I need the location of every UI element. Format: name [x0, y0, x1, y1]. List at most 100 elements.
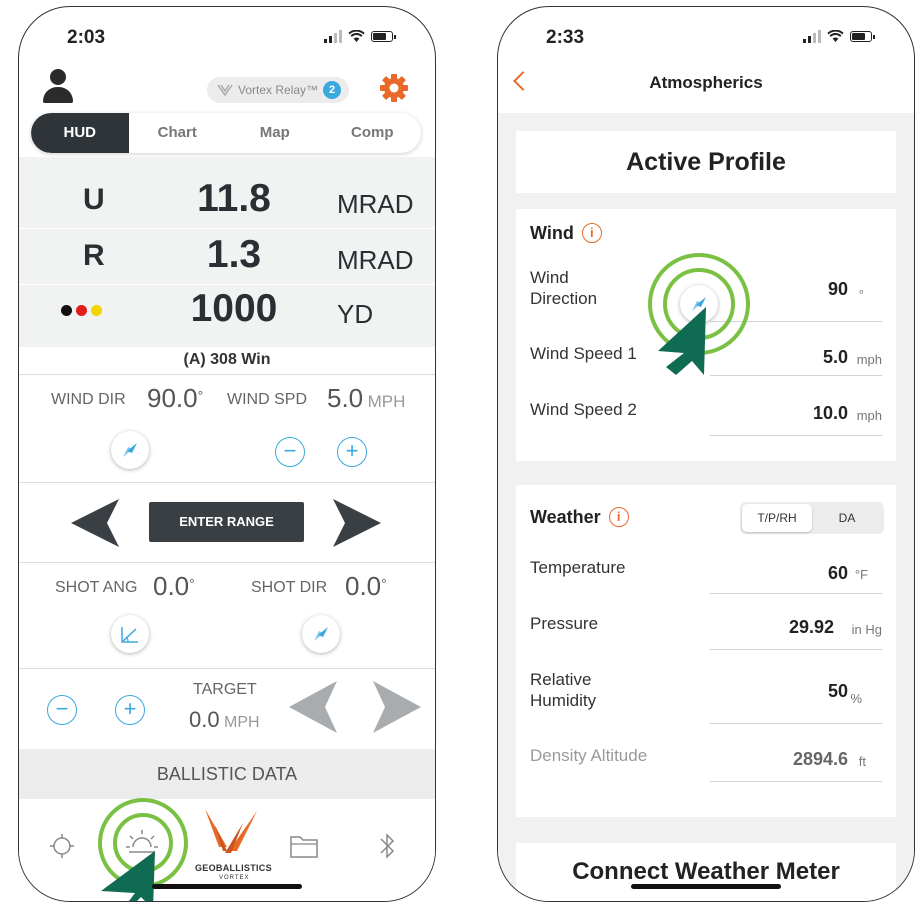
temperature-row[interactable]: Temperature 60 °F	[530, 555, 882, 595]
profile-person-icon[interactable]	[41, 69, 75, 105]
status-icons	[803, 29, 875, 43]
target-right-arrow-icon[interactable]	[371, 681, 421, 733]
tab-map[interactable]: Map	[226, 113, 324, 153]
pressure-unit: in Hg	[851, 622, 882, 637]
row-divider	[710, 593, 882, 594]
solution-readouts: U 11.8 MRAD R 1.3 MRAD 1000 YD	[19, 157, 435, 347]
relative-humidity-value: 50	[827, 681, 848, 701]
vortex-logo-icon	[217, 84, 233, 96]
wind-direction-unit: °	[858, 287, 864, 302]
bluetooth-icon[interactable]	[377, 831, 397, 861]
settings-gear-icon[interactable]	[379, 73, 409, 103]
readout-range-value: 1000	[190, 287, 278, 330]
target-speed-unit: MPH	[224, 714, 260, 731]
readout-range: 1000 YD	[19, 285, 435, 339]
connect-weather-meter-button[interactable]: Connect Weather Meter	[516, 843, 896, 901]
wind-info-icon[interactable]: i	[581, 223, 602, 243]
wind-spd-value: 5.0	[327, 383, 364, 413]
angle-icon	[121, 627, 138, 643]
atmospherics-header: Atmospherics	[498, 67, 914, 113]
wind-speed-2-value: 10.0	[812, 403, 848, 423]
status-time: 2:03	[67, 27, 106, 48]
readout-right-label: R	[83, 239, 105, 272]
battery-icon	[850, 30, 875, 42]
temperature-label: Temperature	[530, 558, 626, 577]
density-altitude-label: Density Altitude	[530, 746, 648, 765]
row-divider	[710, 781, 882, 782]
shot-section: SHOT ANG 0.0° SHOT DIR 0.0°	[19, 563, 435, 669]
page-title: Atmospherics	[649, 73, 763, 92]
shot-ang-value: 0.0	[153, 571, 190, 601]
readout-right-value: 1.3	[206, 233, 262, 276]
shot-dir-compass-button[interactable]	[302, 615, 340, 653]
tap-cursor-icon	[658, 307, 706, 375]
tab-hud[interactable]: HUD	[31, 113, 129, 153]
ballistic-data-button[interactable]: BALLISTIC DATA	[19, 749, 435, 799]
row-divider	[710, 649, 882, 650]
shot-angle-button[interactable]	[111, 615, 149, 653]
wind-dir-compass-button[interactable]	[111, 431, 149, 469]
status-time: 2:33	[546, 27, 585, 48]
wind-speed-2-row[interactable]: Wind Speed 2 10.0 mph	[530, 395, 882, 436]
logo-wordmark: GEOBALLISTICS	[195, 863, 272, 873]
readout-right-unit: MRAD	[337, 245, 414, 275]
target-label: TARGET	[193, 681, 257, 698]
wind-speed-decrease-button[interactable]: −	[275, 437, 305, 467]
readout-right: R 1.3 MRAD	[19, 231, 435, 285]
density-altitude-value: 2894.6	[792, 749, 848, 769]
temperature-value: 60	[827, 563, 848, 583]
density-altitude-unit: ft	[858, 754, 866, 769]
row-divider	[710, 723, 882, 724]
tab-comp[interactable]: Comp	[324, 113, 422, 153]
pressure-value: 29.92	[788, 617, 834, 637]
wind-heading: Wind	[530, 223, 574, 243]
wind-card: Wind i Wind Direction 90 ° Wind Speed 1 5…	[516, 209, 896, 461]
compass-needle-icon	[314, 627, 328, 641]
active-profile-heading[interactable]: Active Profile	[516, 131, 896, 193]
wind-dir-unit: °	[197, 387, 204, 404]
weather-heading-row: Weather i	[530, 507, 629, 528]
phone-hud-screen: 2:03 Vortex Relay™ 2 HUD Chart Map Comp …	[18, 6, 436, 902]
dot-red	[76, 305, 87, 316]
wind-speed-increase-button[interactable]: +	[337, 437, 367, 467]
wind-dir-value: 90.0	[147, 383, 198, 413]
signal-icon	[324, 29, 342, 43]
folder-icon[interactable]	[289, 833, 319, 859]
crosshair-icon[interactable]	[47, 831, 77, 861]
wind-section: WIND DIR 90.0° WIND SPD 5.0 MPH − +	[19, 375, 435, 483]
relative-humidity-row[interactable]: Relative Humidity 50 %	[530, 667, 882, 727]
weather-info-icon[interactable]: i	[608, 507, 629, 527]
readout-up: U 11.8 MRAD	[19, 175, 435, 229]
tab-chart[interactable]: Chart	[129, 113, 227, 153]
status-bar: 2:33	[498, 7, 914, 67]
wind-speed-1-value: 5.0	[822, 347, 848, 367]
shot-dir-label: SHOT DIR	[251, 579, 328, 596]
active-profile-name[interactable]: (A) 308 Win	[19, 347, 435, 375]
back-chevron-icon[interactable]	[513, 71, 533, 91]
target-left-arrow-icon[interactable]	[289, 681, 339, 733]
target-speed-increase-button[interactable]: +	[115, 695, 145, 725]
pressure-row[interactable]: Pressure 29.92 in Hg	[530, 611, 882, 651]
density-altitude-row: Density Altitude 2894.6 ft	[530, 743, 882, 783]
readout-up-unit: MRAD	[337, 189, 414, 219]
wind-heading-row: Wind i	[530, 223, 602, 244]
status-icons	[324, 29, 396, 43]
target-speed-decrease-button[interactable]: −	[47, 695, 77, 725]
phone-atmospherics-screen: 2:33 Atmospherics Active Profile Wind i W…	[497, 6, 915, 902]
tap-cursor-icon	[101, 851, 155, 901]
signal-icon	[803, 29, 821, 43]
compass-needle-icon	[123, 443, 137, 457]
next-range-arrow-icon[interactable]	[331, 499, 381, 547]
home-indicator	[631, 884, 781, 889]
wind-speed-2-label: Wind Speed 2	[530, 400, 637, 419]
segment-tprh[interactable]: T/P/RH	[742, 504, 812, 532]
readout-range-unit: YD	[337, 299, 374, 329]
relay-count-badge: 2	[323, 81, 342, 99]
status-bar: 2:03	[19, 7, 435, 67]
temperature-unit: °F	[854, 567, 868, 582]
wind-direction-label: Wind Direction	[530, 268, 598, 308]
enter-range-button[interactable]: ENTER RANGE	[149, 502, 304, 542]
segment-da[interactable]: DA	[812, 504, 882, 532]
vortex-relay-pill[interactable]: Vortex Relay™ 2	[207, 77, 350, 103]
previous-range-arrow-icon[interactable]	[71, 499, 121, 547]
